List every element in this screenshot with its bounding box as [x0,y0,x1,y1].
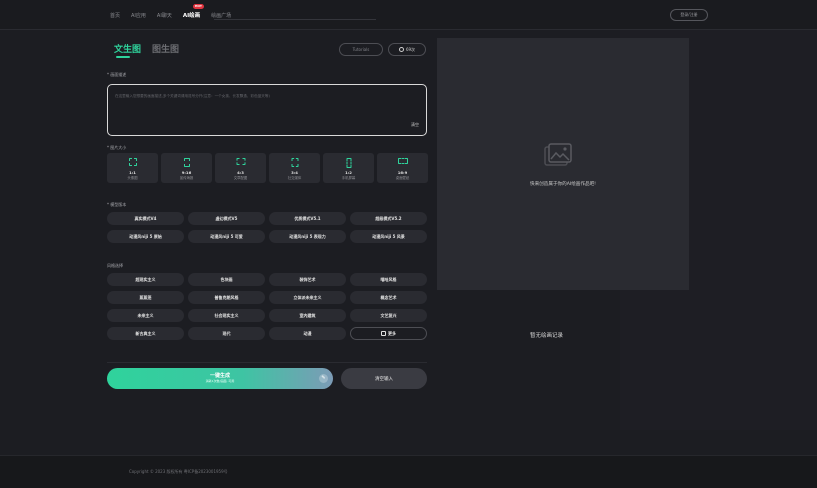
footer: Copyright © 2023 版权所有 粤ICP备2023001959号 [0,455,817,488]
style-option[interactable]: 超现实主义 [107,273,184,286]
size-name: 宣传海报 [179,176,194,180]
model-option[interactable]: 动漫风niji 5 可爱 [188,230,265,243]
model-option[interactable]: 动漫风niji 5 表现力 [269,230,346,243]
tutorial-button[interactable]: Tutorials [339,43,383,56]
size-name: 文章配图 [233,176,248,180]
nav-painting-square[interactable]: 绘画广场 [211,12,231,19]
style-option[interactable]: 动漫 [269,327,346,340]
ratio-portrait-icon [291,158,298,167]
tab-text-to-image[interactable]: 文生图 [114,42,141,55]
generate-subtitle: 消耗1次数/画面, 可用 [205,379,235,383]
style-option[interactable]: 色块画 [188,273,265,286]
model-option[interactable]: 动漫风niji 5 原始 [107,230,184,243]
image-placeholder-icon [544,143,572,166]
size-option-1-2[interactable]: 1:2 手机屏幕 [323,153,374,183]
active-tab-indicator [116,56,130,58]
nav-ai-apps[interactable]: AI应用 [131,12,146,19]
size-option-16-9[interactable]: 16:9 桌面壁纸 [377,153,428,183]
style-option[interactable]: 未来主义 [107,309,184,322]
model-option[interactable]: 优质模式V5.1 [269,212,346,225]
preview-hint: 快来创造属于你的AI绘画作品吧! [529,182,597,187]
size-label: * 图片大小 [107,145,127,150]
size-option-1-1[interactable]: 1:1 头像图 [107,153,158,183]
more-label: 更多 [388,330,396,336]
top-nav-bar: 首页 AI应用 AI聊天 AI绘画 HOT 绘画广场 登录/注册 [0,0,817,30]
ratio-tall-icon [346,158,351,168]
main-nav: 首页 AI应用 AI聊天 AI绘画 HOT 绘画广场 [110,0,231,30]
ratio-wide-icon [397,158,408,164]
model-option[interactable]: 动漫风niji 5 风景 [350,230,427,243]
section-divider [107,362,427,363]
credits-count: 69次 [405,46,416,52]
prompt-textarea[interactable]: 在这里输入您想要的画面描述,多个关键词请用逗号分开(注意：一个女孩、长发飘逸、彩… [107,84,427,136]
style-option[interactable]: 普鲁克朗风格 [188,291,265,304]
style-option[interactable]: 嘻哈风格 [350,273,427,286]
clear-input-button[interactable]: 清空输入 [341,368,427,389]
size-name: 手机屏幕 [341,176,356,180]
clock-icon [398,47,404,52]
prompt-clear-button[interactable]: 清空 [411,122,419,128]
style-option[interactable]: 现代 [188,327,265,340]
style-option[interactable]: 装饰艺术 [269,273,346,286]
nav-ai-painting-label: AI绘画 [182,13,201,19]
ratio-square-icon [128,158,137,166]
hot-badge: HOT [192,4,204,9]
size-option-4-3[interactable]: 4:3 文章配图 [215,153,266,183]
copyright-text: Copyright © 2023 版权所有 粤ICP备2023001959号 [129,469,228,474]
model-options: 真实模式V4 虚幻模式V5 优质模式V5.1 超级模式V5.2 动漫风niji … [107,212,427,243]
style-option[interactable]: 室内建筑 [269,309,346,322]
nav-divider [214,19,376,20]
style-option[interactable]: 概念艺术 [350,291,427,304]
no-record-text: 暂无绘画记录 [530,333,564,339]
prompt-label: * 画面描述 [107,72,127,77]
style-label: 风格选择 [107,263,123,268]
login-register-button[interactable]: 登录/注册 [670,9,708,21]
more-styles-button[interactable]: 更多 [350,327,427,340]
nav-ai-chat[interactable]: AI聊天 [157,12,172,19]
nav-home[interactable]: 首页 [110,12,120,19]
style-options: 超现实主义 色块画 装饰艺术 嘻哈风格 蒸蒸笼 普鲁克朗风格 立体派未来主义 概… [107,273,427,340]
style-option[interactable]: 新古典主义 [107,327,184,340]
credits-badge[interactable]: 69次 [388,43,426,56]
style-option[interactable]: 蒸蒸笼 [107,291,184,304]
size-name: 社交媒体 [287,176,302,180]
ratio-portrait-icon [183,158,190,167]
ratio-landscape-icon [236,158,245,165]
model-option[interactable]: 虚幻模式V5 [188,212,265,225]
model-label: * 模型版本 [107,202,127,207]
size-option-3-4[interactable]: 3:4 社交媒体 [269,153,320,183]
generate-button[interactable]: 一键生成 消耗1次数/画面, 可用 ✎ [107,368,333,389]
size-name: 头像图 [127,176,138,180]
model-option[interactable]: 真实模式V4 [107,212,184,225]
generation-panel: 文生图 图生图 Tutorials 69次 * 画面描述 在这里输入您想要的画面… [100,30,436,400]
style-option[interactable]: 立体派未来主义 [269,291,346,304]
size-name: 桌面壁纸 [395,176,410,180]
size-option-9-16[interactable]: 9:16 宣传海报 [161,153,212,183]
style-option[interactable]: 文艺复兴 [350,309,427,322]
image-preview-area: 快来创造属于你的AI绘画作品吧! [437,38,689,290]
grid-icon [381,331,386,336]
model-option[interactable]: 超级模式V5.2 [350,212,427,225]
size-options: 1:1 头像图 9:16 宣传海报 4:3 文章配图 3:4 社交媒体 1:2 … [107,153,428,183]
prompt-placeholder: 在这里输入您想要的画面描述,多个关键词请用逗号分开(注意：一个女孩、长发飘逸、彩… [115,94,270,98]
nav-ai-painting[interactable]: AI绘画 HOT [182,4,204,19]
tab-image-to-image[interactable]: 图生图 [152,42,179,55]
tutorial-label: Tutorials [352,47,370,52]
edit-icon[interactable]: ✎ [319,374,328,383]
style-option[interactable]: 社会现实主义 [188,309,265,322]
generate-title: 一键生成 [209,373,230,379]
